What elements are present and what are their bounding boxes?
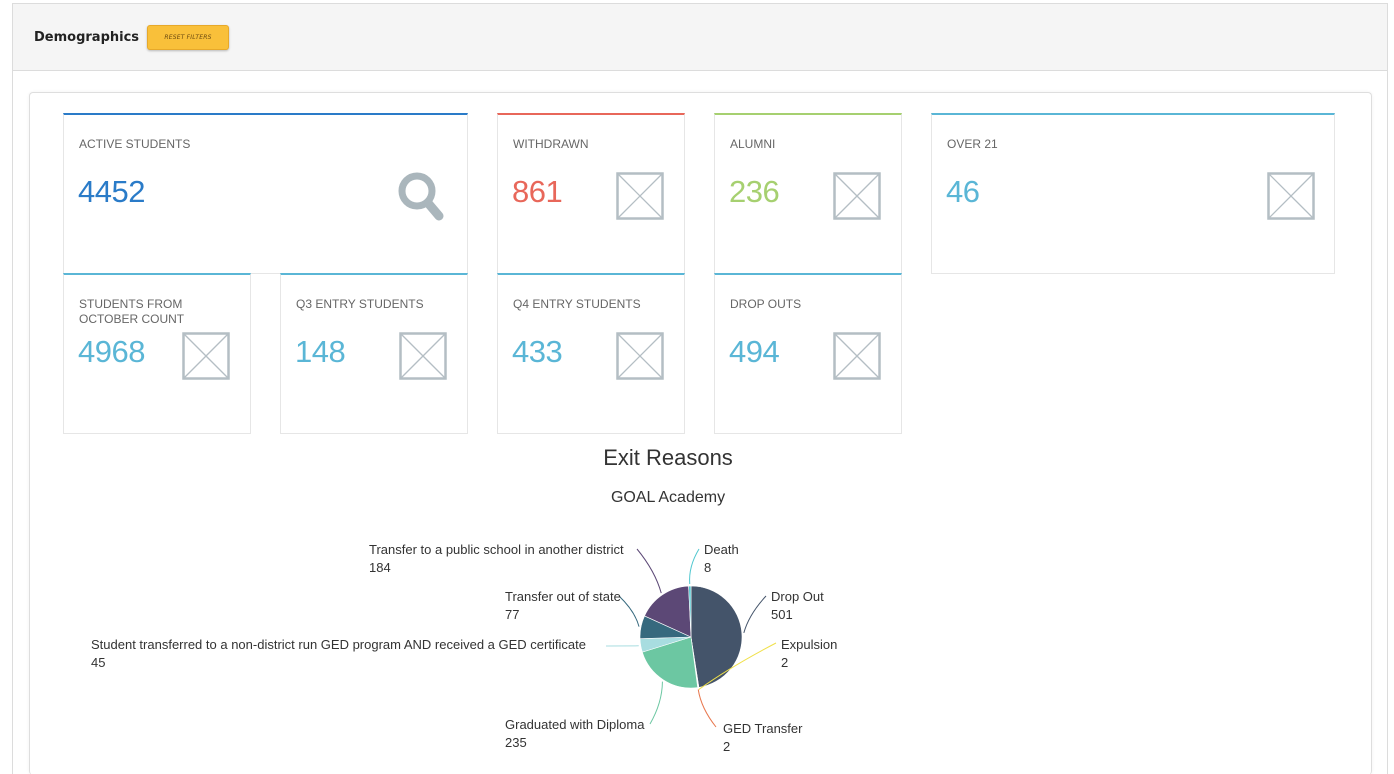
image-placeholder-icon: [399, 332, 447, 384]
tile-value: 494: [729, 334, 780, 369]
tile-value: 433: [512, 334, 563, 369]
tile-value: 4968: [78, 334, 145, 369]
tile-q3-entry[interactable]: Q3 ENTRY STUDENTS 148: [280, 273, 468, 434]
tile-label: DROP OUTS: [730, 297, 802, 311]
image-placeholder-icon: [833, 172, 881, 224]
image-placeholder-icon: [616, 332, 664, 384]
tile-value: 46: [946, 174, 980, 209]
image-placeholder-icon: [1267, 172, 1315, 224]
reset-filters-button[interactable]: RESET FILTERS: [147, 25, 229, 50]
image-placeholder-icon: [182, 332, 230, 384]
image-placeholder-icon: [616, 172, 664, 224]
tile-value: 148: [295, 334, 346, 369]
tile-drop-outs[interactable]: DROP OUTS 494: [714, 273, 902, 434]
panel-header: Demographics RESET FILTERS: [13, 4, 1387, 71]
tile-label: ACTIVE STUDENTS: [79, 137, 191, 151]
tile-q4-entry[interactable]: Q4 ENTRY STUDENTS 433: [497, 273, 685, 434]
tile-active-students[interactable]: ACTIVE STUDENTS 4452: [63, 113, 468, 274]
image-placeholder-icon: [833, 332, 881, 384]
tile-label: WITHDRAWN: [513, 137, 589, 151]
tile-october-count[interactable]: STUDENTS FROM OCTOBER COUNT 4968: [63, 273, 251, 434]
tile-label: Q4 ENTRY STUDENTS: [513, 297, 641, 311]
tile-over-21[interactable]: OVER 21 46: [931, 113, 1335, 274]
tile-label: Q3 ENTRY STUDENTS: [296, 297, 424, 311]
tile-label: ALUMNI: [730, 137, 776, 151]
tile-label: STUDENTS FROM OCTOBER COUNT: [79, 297, 185, 326]
tile-alumni[interactable]: ALUMNI 236: [714, 113, 902, 274]
tile-label: OVER 21: [947, 137, 998, 151]
search-icon: [397, 171, 445, 227]
tile-value: 4452: [78, 174, 145, 209]
tile-withdrawn[interactable]: WITHDRAWN 861: [497, 113, 685, 274]
tile-value: 236: [729, 174, 780, 209]
tile-value: 861: [512, 174, 563, 209]
panel-title: Demographics: [34, 30, 140, 45]
